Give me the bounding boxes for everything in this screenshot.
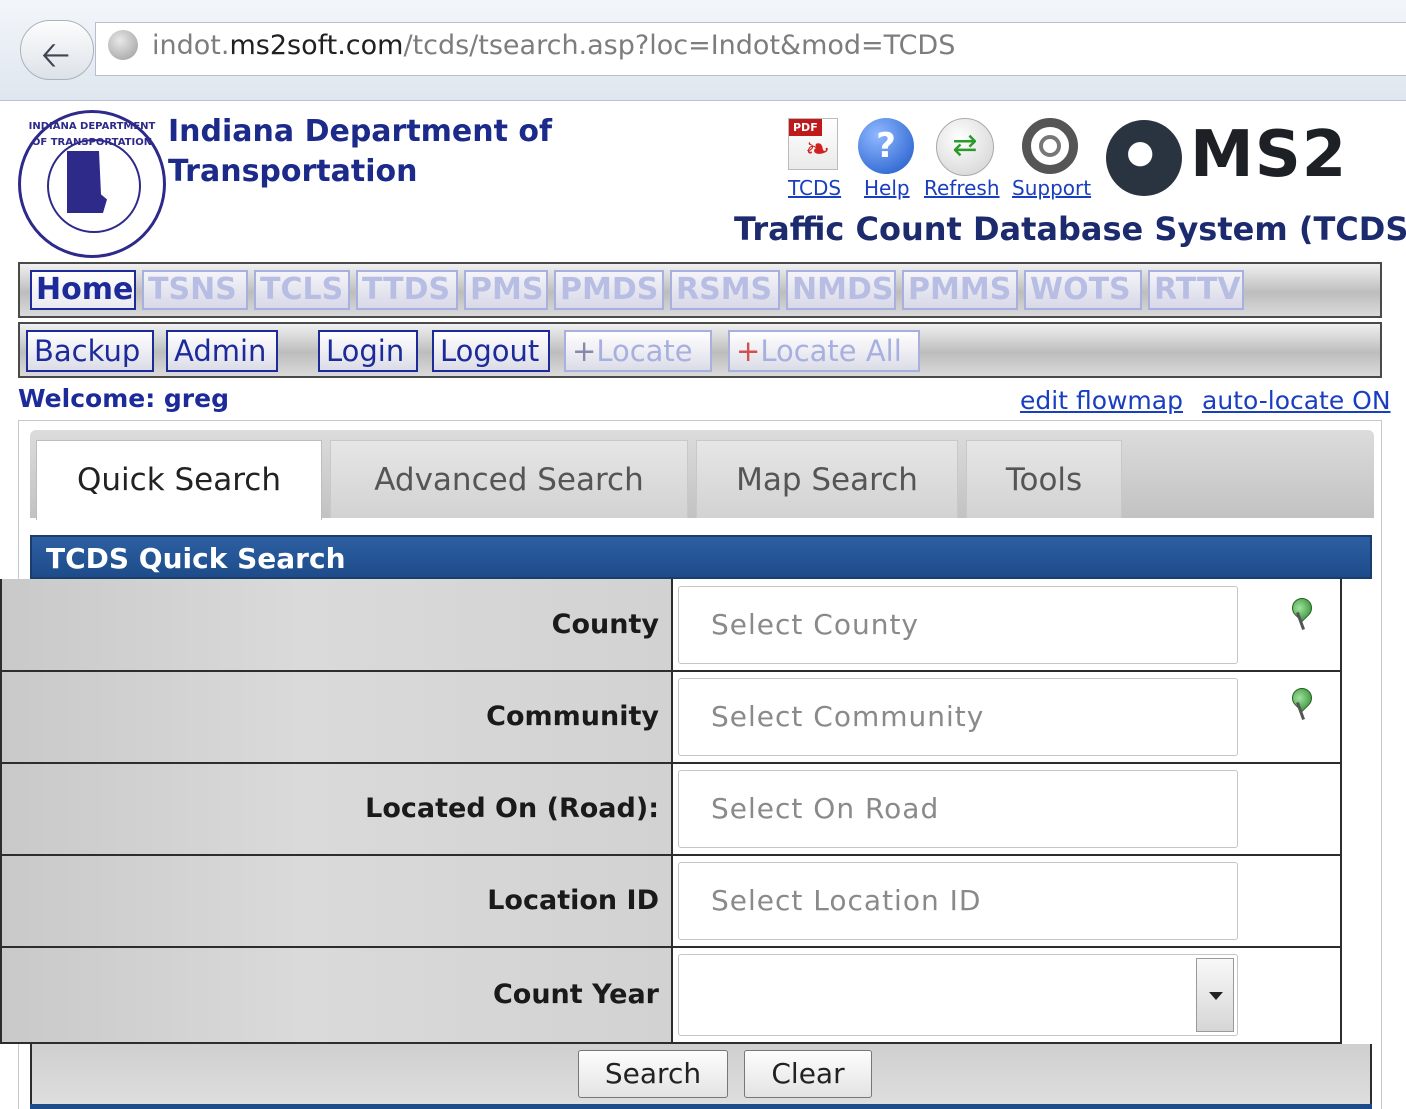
refresh-link[interactable]: Refresh — [924, 176, 1000, 200]
road-field[interactable]: Select On Road — [678, 770, 1238, 848]
community-label: Community — [2, 672, 673, 762]
ms2-logo-icon — [1106, 120, 1182, 196]
indot-seal-logo: INDIANA DEPARTMENT OF TRANSPORTATION — [18, 110, 166, 258]
location-id-field[interactable]: Select Location ID — [678, 862, 1238, 940]
browser-toolbar: 🡠 indot.ms2soft.com/tcds/tsearch.asp?loc… — [0, 0, 1406, 101]
help-icon[interactable]: ? — [858, 118, 914, 174]
chevron-down-icon[interactable] — [1196, 958, 1234, 1032]
system-title: Traffic Count Database System (TCDS) — [734, 210, 1406, 248]
module-bar: Home TSNS TCLS TTDS PMS PMDS RSMS NMDS P… — [18, 262, 1382, 318]
clear-button[interactable]: Clear — [744, 1050, 872, 1098]
module-tab-pmds[interactable]: PMDS — [554, 270, 664, 310]
organization-name: Indiana Department of Transportation — [168, 114, 553, 189]
count-year-label: Count Year — [2, 948, 673, 1042]
tcds-link[interactable]: TCDS — [788, 176, 841, 200]
welcome-message: Welcome: greg — [18, 384, 229, 413]
back-button[interactable]: 🡠 — [20, 20, 94, 80]
count-year-select[interactable] — [678, 954, 1238, 1036]
locate-button[interactable]: +Locate — [564, 330, 712, 372]
map-pin-icon[interactable] — [1287, 593, 1317, 632]
action-bar: Backup Admin Login Logout +Locate +Locat… — [18, 322, 1382, 378]
url-text[interactable]: indot.ms2soft.com/tcds/tsearch.asp?loc=I… — [152, 30, 955, 61]
refresh-icon[interactable]: ⇄ — [936, 118, 994, 176]
county-field[interactable]: Select County — [678, 586, 1238, 664]
tab-map-search[interactable]: Map Search — [696, 440, 958, 518]
community-field[interactable]: Select Community — [678, 678, 1238, 756]
county-label: County — [2, 579, 673, 670]
location-id-label: Location ID — [2, 856, 673, 946]
plus-icon: + — [572, 334, 597, 368]
tab-tools[interactable]: Tools — [966, 440, 1122, 518]
module-tab-ttds[interactable]: TTDS — [356, 270, 458, 310]
panel-bottom-border — [30, 1104, 1372, 1109]
backup-button[interactable]: Backup — [26, 330, 154, 372]
section-title: TCDS Quick Search — [30, 535, 1372, 579]
arrow-left-icon: 🡠 — [41, 35, 71, 76]
module-tab-wots[interactable]: WOTS — [1024, 270, 1142, 310]
module-tab-pms[interactable]: PMS — [464, 270, 548, 310]
road-label: Located On (Road): — [2, 764, 673, 854]
tab-quick-search[interactable]: Quick Search — [36, 440, 322, 520]
module-tab-nmds[interactable]: NMDS — [786, 270, 896, 310]
map-pin-icon[interactable] — [1287, 683, 1317, 722]
module-tab-pmms[interactable]: PMMS — [902, 270, 1018, 310]
pdf-icon[interactable]: PDF ❧ — [788, 118, 838, 170]
support-link[interactable]: Support — [1012, 176, 1091, 200]
module-tab-home[interactable]: Home — [30, 270, 136, 310]
auto-locate-link[interactable]: auto-locate ON — [1202, 386, 1391, 415]
module-tab-rsms[interactable]: RSMS — [670, 270, 780, 310]
admin-button[interactable]: Admin — [166, 330, 278, 372]
module-tab-tsns[interactable]: TSNS — [142, 270, 248, 310]
brand-name: MS2 — [1190, 118, 1348, 192]
globe-icon — [108, 30, 138, 60]
plus-icon: + — [736, 334, 761, 368]
tab-advanced-search[interactable]: Advanced Search — [330, 440, 688, 518]
locate-all-button[interactable]: +Locate All — [728, 330, 920, 372]
search-button[interactable]: Search — [578, 1050, 728, 1098]
module-tab-tcls[interactable]: TCLS — [254, 270, 350, 310]
help-link[interactable]: Help — [864, 176, 910, 200]
lifebuoy-icon[interactable] — [1022, 118, 1078, 174]
edit-flowmap-link[interactable]: edit flowmap — [1020, 386, 1183, 415]
module-tab-rttv[interactable]: RTTV — [1148, 270, 1244, 310]
logout-button[interactable]: Logout — [432, 330, 550, 372]
login-button[interactable]: Login — [318, 330, 418, 372]
